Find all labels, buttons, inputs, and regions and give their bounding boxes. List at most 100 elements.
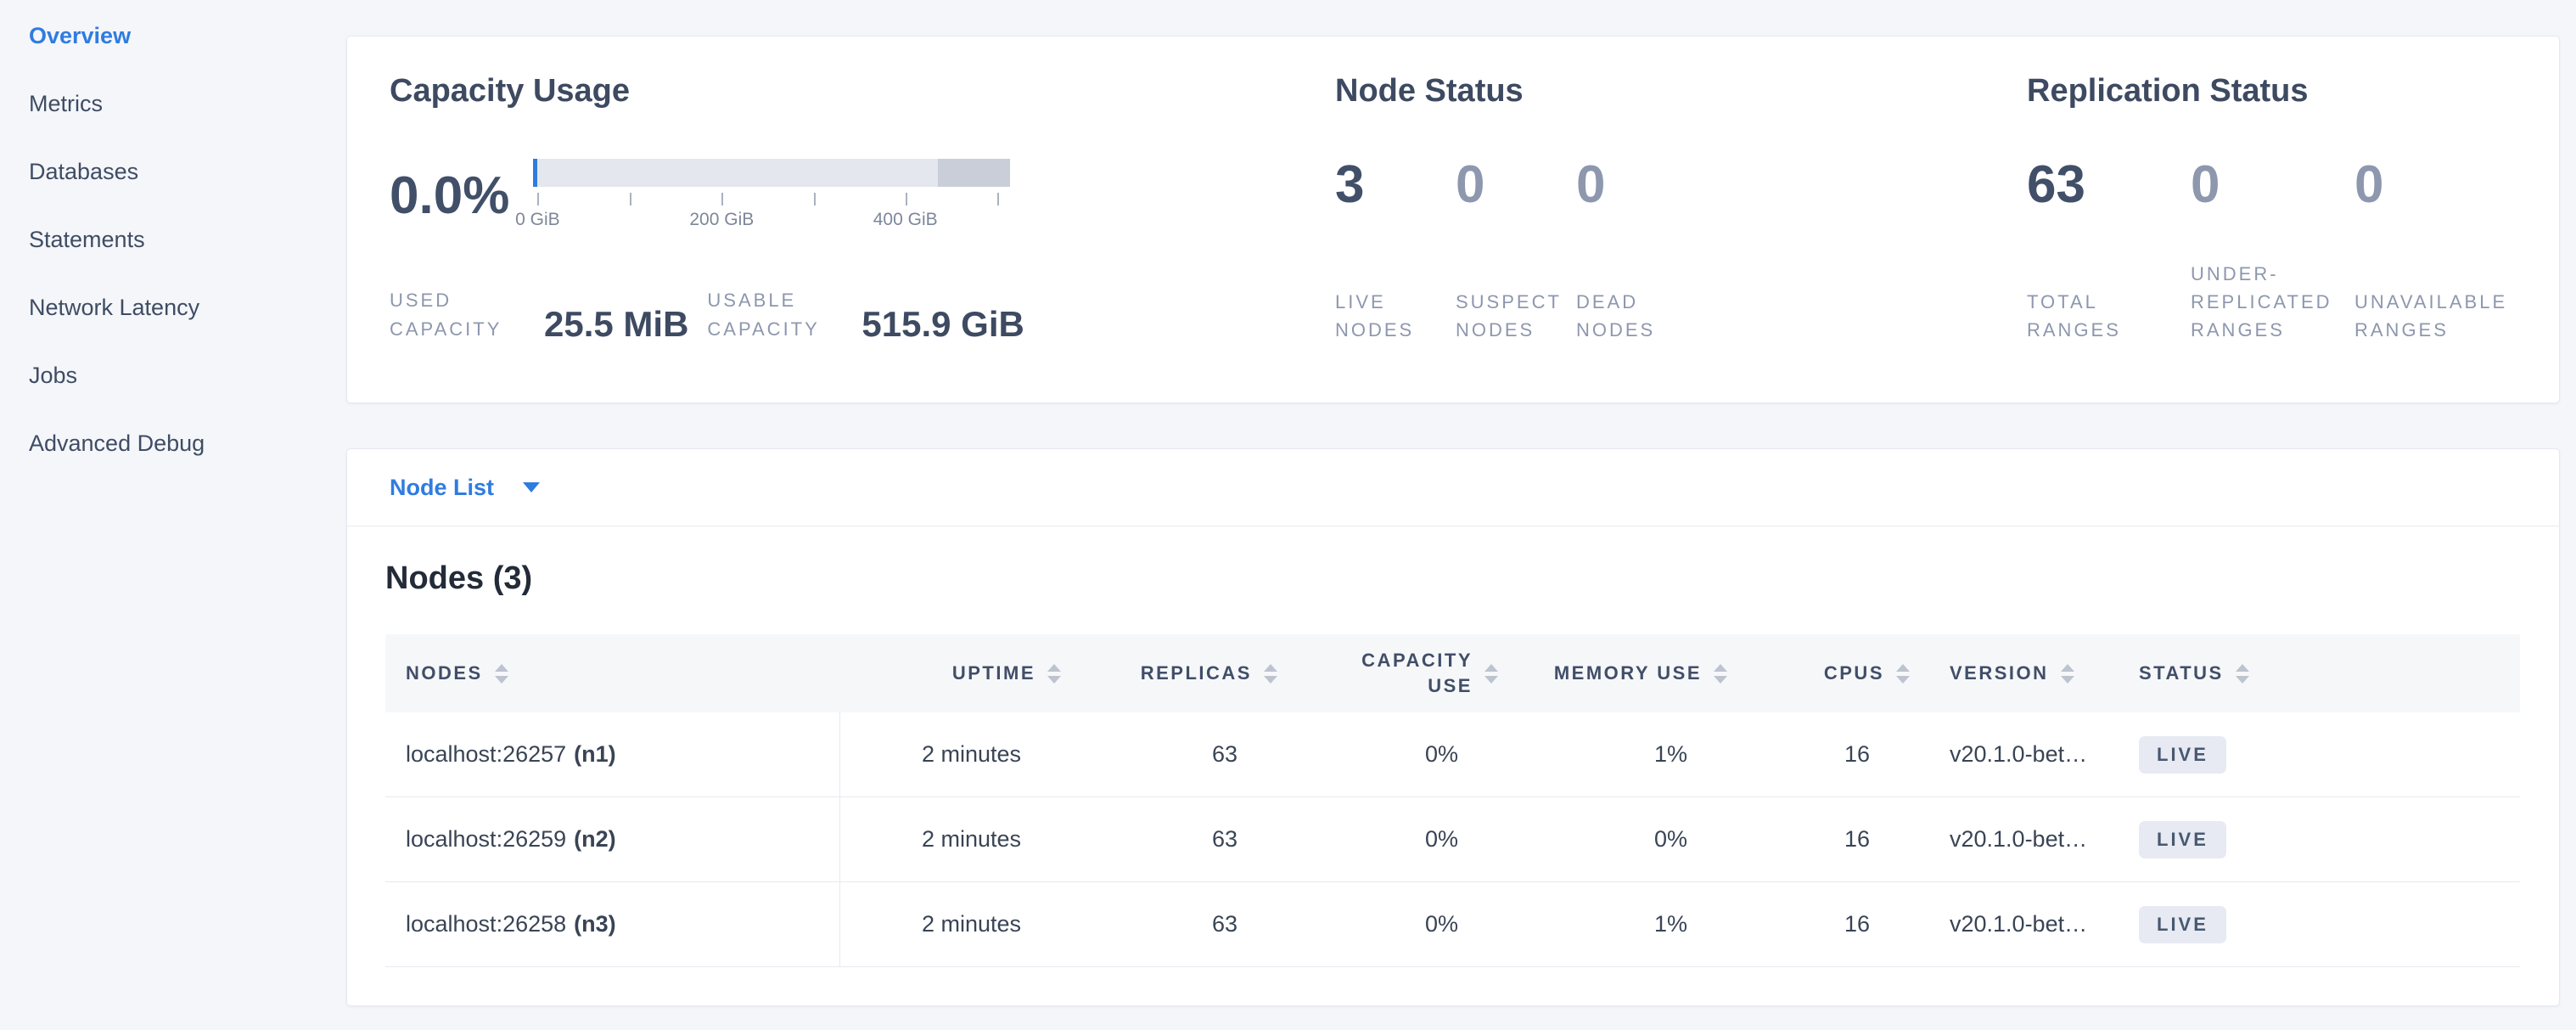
node-address-cell[interactable]: localhost:26259 (n2) (385, 797, 840, 881)
uptime-cell: 2 minutes (840, 797, 1061, 881)
sidebar: Overview Metrics Databases Statements Ne… (0, 0, 346, 1030)
capacity-use-cell: 0% (1277, 797, 1498, 881)
replication-status-title: Replication Status (2027, 72, 2559, 111)
sidebar-item-network-latency[interactable]: Network Latency (0, 273, 346, 341)
status-cell: LIVE (2113, 712, 2520, 796)
total-ranges-metric: 63 TOTAL RANGES (2027, 159, 2191, 344)
live-nodes-label: LIVE NODES (1335, 288, 1435, 344)
capacity-usage-title: Capacity Usage (390, 72, 1335, 111)
column-header-cpus[interactable]: CPUS (1727, 661, 1910, 686)
sidebar-item-metrics[interactable]: Metrics (0, 70, 346, 138)
node-list-dropdown[interactable]: Node List (347, 449, 2559, 526)
status-cell: LIVE (2113, 882, 2520, 966)
uptime-cell: 2 minutes (840, 712, 1061, 796)
replicas-cell: 63 (1061, 882, 1277, 966)
status-cell: LIVE (2113, 797, 2520, 881)
sort-arrows-icon (1047, 664, 1061, 684)
column-header-replicas[interactable]: REPLICAS (1061, 661, 1277, 686)
table-row-n2[interactable]: localhost:26259 (n2) 2 minutes 63 0% 0% … (385, 797, 2520, 882)
sidebar-item-advanced-debug[interactable]: Advanced Debug (0, 409, 346, 477)
node-list-dropdown-label: Node List (390, 475, 494, 501)
sidebar-item-statements[interactable]: Statements (0, 205, 346, 273)
under-replicated-ranges-value: 0 (2191, 159, 2354, 211)
cluster-summary-card: Capacity Usage 0.0% (346, 36, 2560, 403)
node-status-title: Node Status (1335, 72, 2027, 111)
capacity-gauge-bar (533, 159, 1010, 187)
version-cell: v20.1.0-bet… (1910, 882, 2113, 966)
capacity-gauge-ticks (533, 193, 1010, 205)
sort-arrows-icon (1484, 664, 1498, 684)
status-badge: LIVE (2139, 906, 2226, 943)
usable-capacity-label: USABLE CAPACITY (707, 286, 853, 344)
table-row-n3[interactable]: localhost:26258 (n3) 2 minutes 63 0% 1% … (385, 882, 2520, 967)
node-list-card: Node List Nodes (3) NODES UPTIME (346, 448, 2560, 1006)
memory-use-cell: 0% (1498, 797, 1727, 881)
column-header-memory-use[interactable]: MEMORY USE (1498, 661, 1727, 686)
status-badge: LIVE (2139, 736, 2226, 774)
suspect-nodes-label: SUSPECT NODES (1456, 288, 1556, 344)
unavailable-ranges-label: UNAVAILABLE RANGES (2354, 288, 2506, 344)
suspect-nodes-metric: 0 SUSPECT NODES (1456, 159, 1576, 344)
sidebar-item-overview[interactable]: Overview (0, 2, 346, 70)
table-row-n1[interactable]: localhost:26257 (n1) 2 minutes 63 0% 1% … (385, 712, 2520, 797)
capacity-use-cell: 0% (1277, 882, 1498, 966)
total-ranges-label: TOTAL RANGES (2027, 288, 2178, 344)
cpus-cell: 16 (1727, 712, 1910, 796)
node-address-cell[interactable]: localhost:26257 (n1) (385, 712, 840, 796)
memory-use-cell: 1% (1498, 712, 1727, 796)
under-replicated-ranges-label: UNDER-REPLICATED RANGES (2191, 260, 2342, 344)
dead-nodes-value: 0 (1576, 159, 1697, 211)
usable-capacity-stat: USABLE CAPACITY 515.9 GiB (707, 286, 1024, 344)
node-id: (n3) (574, 911, 616, 937)
total-ranges-value: 63 (2027, 159, 2191, 211)
gauge-tick-label-200: 200 GiB (689, 210, 754, 230)
memory-use-cell: 1% (1498, 882, 1727, 966)
column-header-status[interactable]: STATUS (2113, 661, 2520, 686)
sort-arrows-icon (2061, 664, 2074, 684)
gauge-tick-label-400: 400 GiB (873, 210, 938, 230)
version-cell: v20.1.0-bet… (1910, 797, 2113, 881)
column-header-uptime[interactable]: UPTIME (840, 661, 1061, 686)
nodes-table-header: NODES UPTIME REPLICAS CAPACITY USE (385, 634, 2520, 712)
capacity-gauge-used-segment (533, 159, 537, 187)
capacity-gauge: 0 GiB 200 GiB 400 GiB (533, 159, 1010, 234)
dead-nodes-label: DEAD NODES (1576, 288, 1676, 344)
node-address-cell[interactable]: localhost:26258 (n3) (385, 882, 840, 966)
column-header-nodes[interactable]: NODES (385, 661, 840, 686)
capacity-used-percent: 0.0% (390, 170, 509, 222)
live-nodes-metric: 3 LIVE NODES (1335, 159, 1456, 344)
capacity-use-cell: 0% (1277, 712, 1498, 796)
dead-nodes-metric: 0 DEAD NODES (1576, 159, 1697, 344)
sidebar-item-jobs[interactable]: Jobs (0, 341, 346, 409)
replicas-cell: 63 (1061, 797, 1277, 881)
cpus-cell: 16 (1727, 882, 1910, 966)
column-header-version[interactable]: VERSION (1910, 661, 2113, 686)
gauge-tick-label-0: 0 GiB (515, 210, 560, 230)
used-capacity-label: USED CAPACITY (390, 286, 536, 344)
nodes-count-heading: Nodes (3) (385, 560, 2521, 597)
usable-capacity-value: 515.9 GiB (861, 305, 1024, 344)
replication-status-panel: Replication Status 63 TOTAL RANGES 0 UND… (2027, 72, 2559, 402)
capacity-gauge-other-segment (938, 159, 1010, 187)
main-content: Capacity Usage 0.0% (346, 0, 2560, 1030)
unavailable-ranges-value: 0 (2354, 159, 2518, 211)
capacity-usage-panel: Capacity Usage 0.0% (390, 72, 1335, 402)
sort-arrows-icon (1896, 664, 1910, 684)
sort-arrows-icon (1714, 664, 1727, 684)
node-id: (n2) (574, 826, 616, 853)
sort-arrows-icon (2236, 664, 2249, 684)
version-cell: v20.1.0-bet… (1910, 712, 2113, 796)
chevron-down-icon (523, 482, 540, 492)
overview-page: Overview Metrics Databases Statements Ne… (0, 0, 2576, 1030)
live-nodes-value: 3 (1335, 159, 1456, 211)
replicas-cell: 63 (1061, 712, 1277, 796)
status-badge: LIVE (2139, 821, 2226, 858)
sort-arrows-icon (1264, 664, 1277, 684)
unavailable-ranges-metric: 0 UNAVAILABLE RANGES (2354, 159, 2518, 344)
node-id: (n1) (574, 741, 616, 768)
used-capacity-value: 25.5 MiB (544, 305, 688, 344)
column-header-capacity-use[interactable]: CAPACITY USE (1277, 648, 1498, 698)
under-replicated-ranges-metric: 0 UNDER-REPLICATED RANGES (2191, 159, 2354, 344)
cpus-cell: 16 (1727, 797, 1910, 881)
sidebar-item-databases[interactable]: Databases (0, 138, 346, 205)
